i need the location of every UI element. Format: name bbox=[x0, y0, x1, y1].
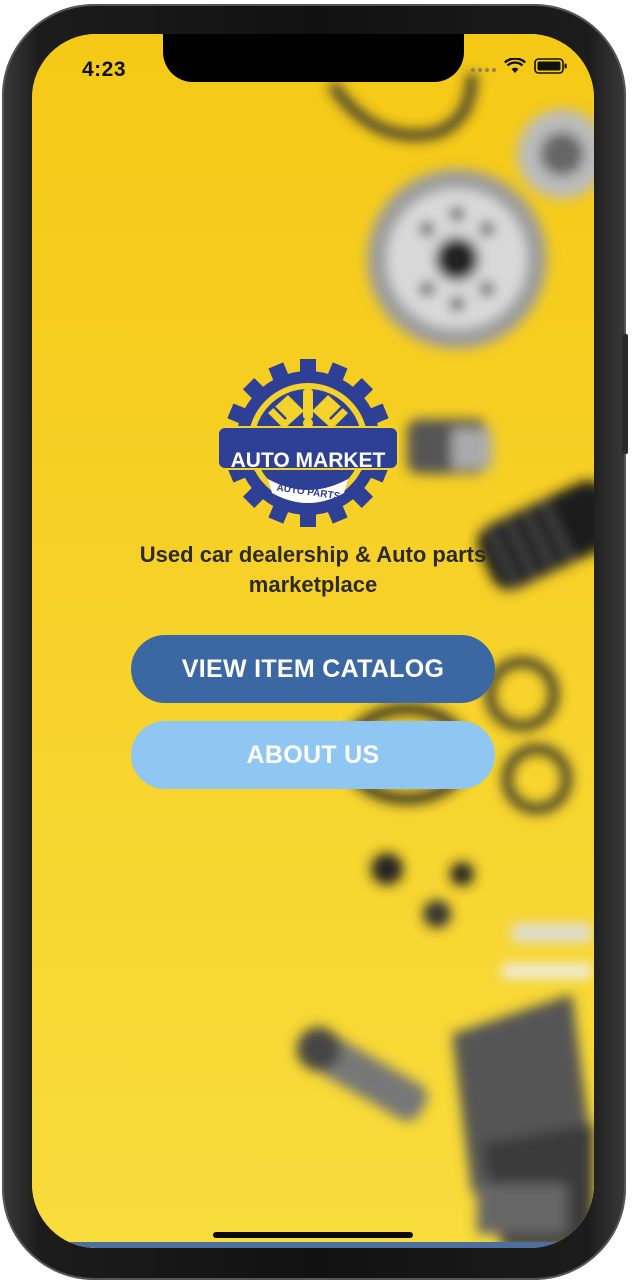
auto-market-logo: AUTO MARKET AUTO PARTS bbox=[215, 359, 401, 529]
about-us-button[interactable]: ABOUT US bbox=[131, 721, 495, 789]
signal-icon bbox=[470, 67, 496, 73]
notch bbox=[163, 34, 464, 82]
power-button bbox=[622, 334, 628, 454]
status-icons bbox=[470, 58, 568, 74]
bottom-band bbox=[32, 1242, 594, 1248]
wifi-icon bbox=[504, 58, 526, 73]
battery-icon bbox=[534, 58, 567, 74]
status-time: 4:23 bbox=[82, 58, 127, 81]
home-indicator[interactable] bbox=[213, 1232, 413, 1238]
view-item-catalog-button[interactable]: VIEW ITEM CATALOG bbox=[131, 635, 495, 703]
phone-frame: 4:23 AUTO MARKET AUTO PARTS Used car dea… bbox=[2, 4, 628, 1280]
logo-title: AUTO MARKET bbox=[231, 449, 386, 472]
app-screen: 4:23 AUTO MARKET AUTO PARTS Used car dea… bbox=[32, 34, 594, 1248]
tagline: Used car dealership & Auto parts marketp… bbox=[139, 542, 487, 597]
gear-logo-icon: AUTO MARKET AUTO PARTS bbox=[217, 359, 399, 527]
